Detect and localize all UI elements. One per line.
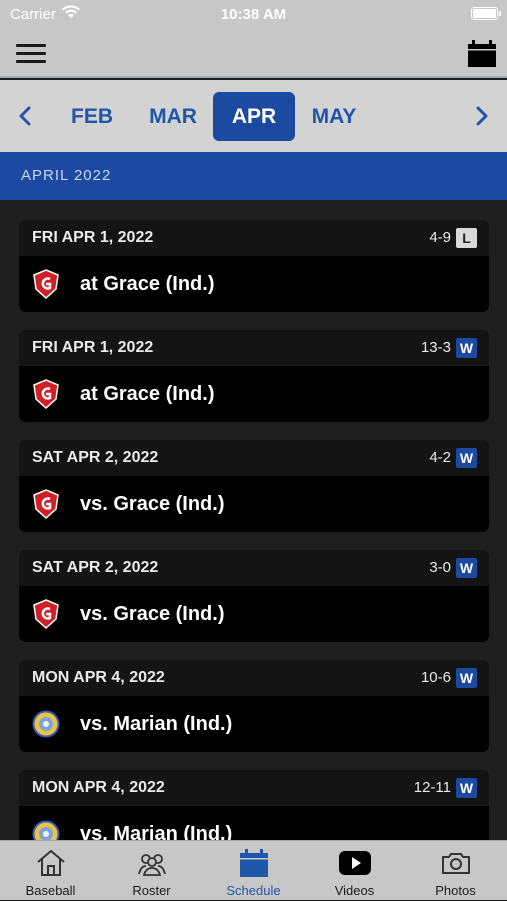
game-card-header: FRI APR 1, 2022 13-3 W [19, 330, 489, 366]
result-badge: W [456, 338, 477, 358]
game-card-header: FRI APR 1, 2022 4-9 L [19, 220, 489, 256]
grace-logo-icon [33, 269, 59, 299]
grace-logo-icon [33, 599, 59, 629]
game-card-header: MON APR 4, 2022 10-6 W [19, 660, 489, 696]
result-badge: W [456, 778, 477, 798]
roster-icon [138, 854, 166, 876]
previous-month-icon[interactable] [12, 102, 40, 130]
result-badge: W [456, 668, 477, 688]
tab-photos[interactable]: Photos [405, 841, 506, 901]
calendar-icon [240, 849, 268, 877]
section-header: APRIL 2022 [0, 152, 507, 200]
tab-videos[interactable]: Videos [304, 841, 405, 901]
tab-label: Baseball [25, 883, 76, 898]
month-tab-feb[interactable]: FEB [51, 92, 133, 141]
game-card[interactable]: SAT APR 2, 2022 3-0 W vs. Grace (Ind.) [19, 550, 489, 642]
month-tab-apr[interactable]: APR [213, 92, 295, 141]
month-tab-mar[interactable]: MAR [132, 92, 214, 141]
status-bar: Carrier 10:38 AM [0, 0, 507, 30]
result-badge: L [456, 228, 477, 248]
calendar-icon[interactable] [467, 40, 497, 68]
game-card[interactable]: FRI APR 1, 2022 13-3 W at Grace (Ind.) [19, 330, 489, 422]
next-month-icon[interactable] [467, 102, 495, 130]
result-badge: W [456, 448, 477, 468]
game-card[interactable]: FRI APR 1, 2022 4-9 L at Grace (Ind.) [19, 220, 489, 312]
game-date: MON APR 4, 2022 [32, 779, 165, 796]
grace-logo-icon [33, 379, 59, 409]
play-icon [339, 851, 371, 875]
game-score: 4-9 [429, 229, 451, 246]
game-score: 13-3 [420, 339, 451, 356]
game-score: 4-2 [429, 449, 451, 466]
game-date: SAT APR 2, 2022 [32, 449, 159, 466]
hamburger-menu-icon[interactable] [16, 44, 46, 64]
battery-icon [471, 7, 501, 20]
opponent-name: at Grace (Ind.) [80, 383, 215, 405]
game-score: 3-0 [429, 559, 451, 576]
tab-baseball[interactable]: Baseball [0, 841, 101, 901]
month-selector: FEB MAR APR MAY [0, 80, 507, 152]
game-list[interactable]: FRI APR 1, 2022 4-9 L at Grace (Ind.) FR… [0, 200, 507, 840]
camera-icon [442, 853, 470, 874]
opponent-name: vs. Marian (Ind.) [80, 823, 233, 840]
nav-bar [0, 30, 507, 78]
game-card-header: MON APR 4, 2022 12-11 W [19, 770, 489, 806]
month-tab-may[interactable]: MAY [293, 92, 375, 141]
game-date: SAT APR 2, 2022 [32, 559, 159, 576]
game-card-header: SAT APR 2, 2022 3-0 W [19, 550, 489, 586]
game-card[interactable]: MON APR 4, 2022 12-11 W vs. Marian (Ind.… [19, 770, 489, 840]
game-card-header: SAT APR 2, 2022 4-2 W [19, 440, 489, 476]
clock: 10:38 AM [220, 6, 287, 23]
marian-logo-icon [32, 710, 60, 738]
result-badge: W [456, 558, 477, 578]
game-card[interactable]: SAT APR 2, 2022 4-2 W vs. Grace (Ind.) [19, 440, 489, 532]
game-score: 12-11 [413, 779, 451, 796]
opponent-name: at Grace (Ind.) [80, 273, 215, 295]
marian-logo-icon [32, 820, 60, 840]
grace-logo-icon [33, 489, 59, 519]
opponent-name: vs. Grace (Ind.) [80, 493, 225, 515]
tab-label: Schedule [226, 883, 281, 898]
home-icon [37, 850, 65, 876]
opponent-name: vs. Grace (Ind.) [80, 603, 225, 625]
tab-label: Roster [132, 883, 171, 898]
game-score: 10-6 [420, 669, 451, 686]
tab-bar: Baseball Roster Schedule Videos Photos [0, 840, 507, 900]
tab-label: Photos [435, 883, 476, 898]
game-card[interactable]: MON APR 4, 2022 10-6 W vs. Marian (Ind.) [19, 660, 489, 752]
game-date: FRI APR 1, 2022 [32, 339, 154, 356]
game-date: MON APR 4, 2022 [32, 669, 165, 686]
tab-schedule[interactable]: Schedule [203, 841, 304, 901]
opponent-name: vs. Marian (Ind.) [80, 713, 233, 735]
tab-label: Videos [334, 883, 375, 898]
game-date: FRI APR 1, 2022 [32, 229, 154, 246]
tab-roster[interactable]: Roster [101, 841, 202, 901]
